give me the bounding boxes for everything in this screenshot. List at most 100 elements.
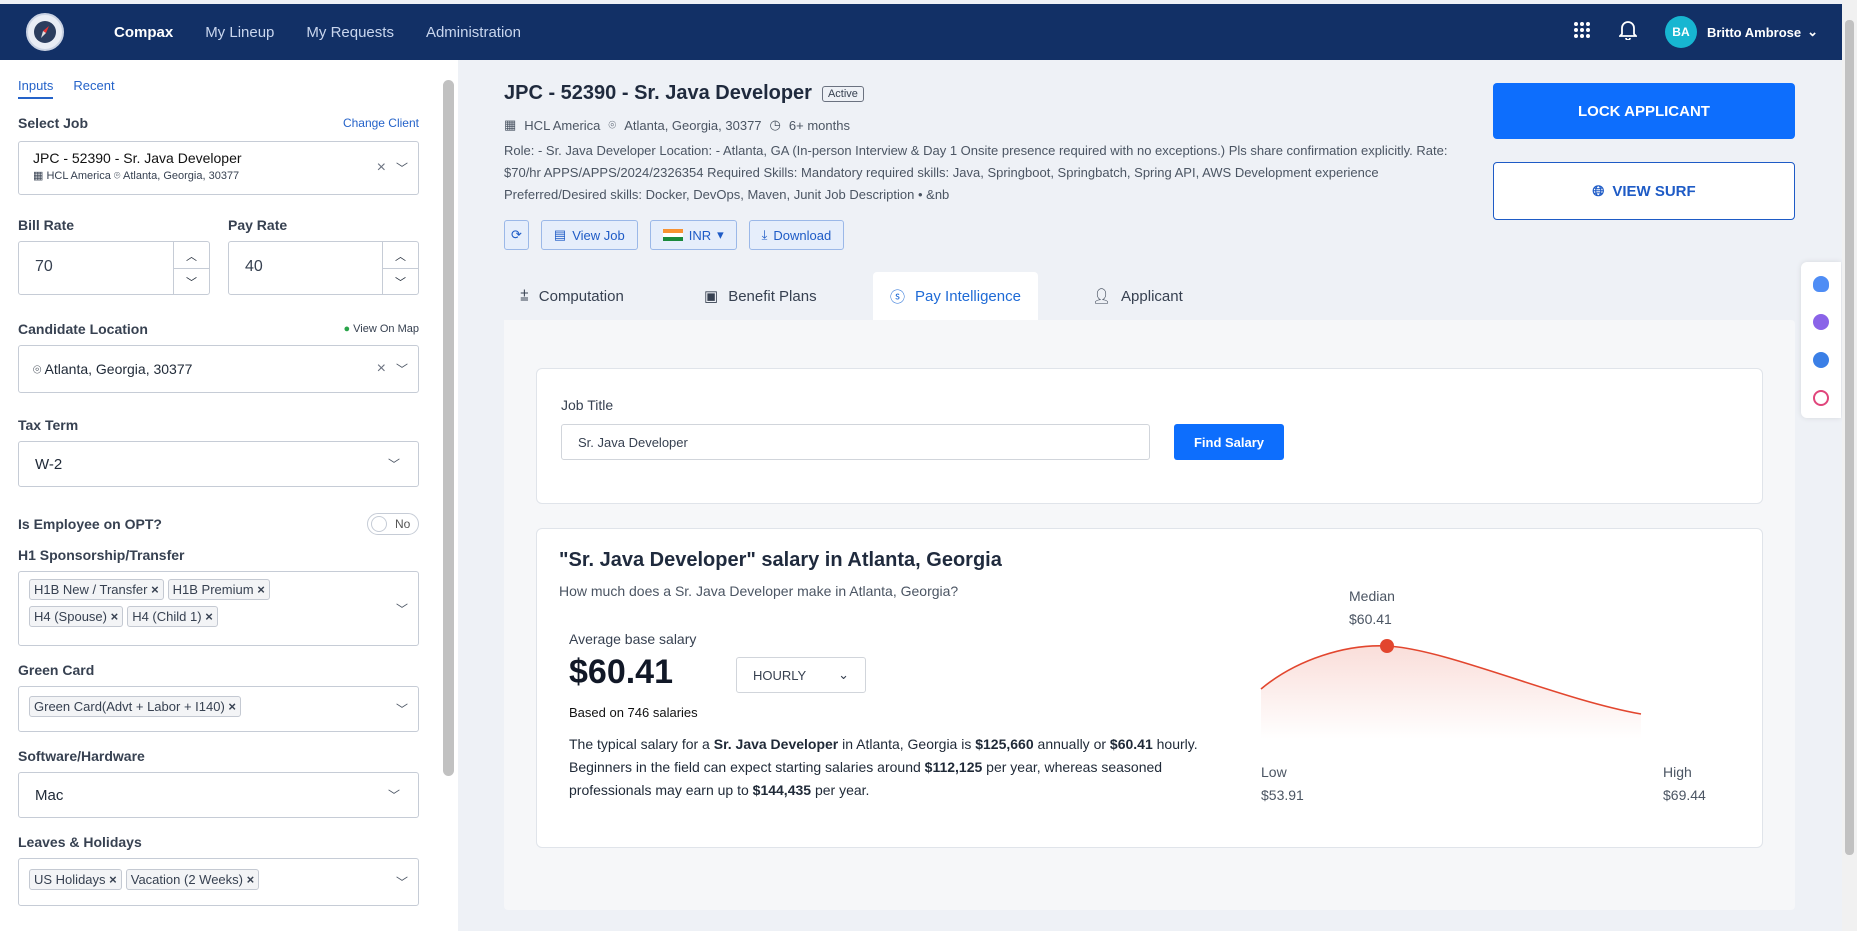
apps-grid-icon[interactable]: [1573, 21, 1591, 44]
view-job-button[interactable]: ▤ View Job: [540, 220, 638, 250]
refresh-button[interactable]: ⟳: [504, 220, 529, 250]
increment-icon[interactable]: ︿: [174, 242, 209, 269]
chip[interactable]: Green Card(Advt + Labor + I140) ×: [29, 696, 241, 717]
software-value: Mac: [35, 787, 64, 804]
chevron-down-icon[interactable]: ﹀: [396, 361, 408, 378]
candidate-location-value: Atlanta, Georgia, 30377: [44, 361, 193, 377]
chip[interactable]: H1B Premium ×: [167, 579, 270, 600]
h1-label: H1 Sponsorship/Transfer: [18, 547, 185, 563]
job-client: HCL America: [46, 170, 111, 182]
india-flag-icon: [662, 229, 683, 241]
tax-term-select[interactable]: W-2 ﹀: [18, 441, 419, 487]
job-location: Atlanta, Georgia, 30377: [122, 170, 240, 182]
clear-icon[interactable]: ×: [377, 159, 386, 177]
floating-toolbar: [1801, 262, 1841, 418]
job-select-title: JPC - 52390 - Sr. Java Developer: [33, 150, 242, 166]
calculator-icon: ⩲: [520, 287, 529, 305]
bill-rate-stepper[interactable]: 70 ︿ ﹀: [18, 241, 210, 295]
chip[interactable]: H4 (Spouse) ×: [29, 606, 124, 627]
search-card: Job Title Sr. Java Developer Find Salary: [536, 368, 1763, 504]
users-icon: 👤︎: [1092, 288, 1112, 305]
lock-applicant-button[interactable]: LOCK APPLICANT: [1493, 83, 1795, 139]
chevron-down-icon[interactable]: ﹀: [396, 874, 408, 891]
increment-icon[interactable]: ︿: [383, 242, 418, 269]
pay-rate-value[interactable]: 40: [229, 242, 382, 294]
user-menu[interactable]: BA Britto Ambrose ⌄: [1664, 16, 1818, 48]
high-label: High: [1663, 764, 1692, 780]
dollar-icon[interactable]: [1813, 352, 1829, 368]
tab-inputs[interactable]: Inputs: [18, 78, 54, 99]
clock-icon[interactable]: [1813, 314, 1829, 330]
download-button[interactable]: ⤓ Download: [748, 220, 845, 250]
nav-administration[interactable]: Administration: [426, 24, 521, 41]
high-group: High $69.44: [1663, 761, 1706, 807]
refresh-icon: ⟳: [511, 227, 522, 242]
h1-multiselect[interactable]: H1B New / Transfer × H1B Premium × H4 (Sp…: [18, 571, 419, 646]
currency-value: INR: [688, 227, 712, 243]
page-scroll-thumb[interactable]: [1845, 20, 1854, 855]
remove-icon: ×: [110, 609, 119, 624]
decrement-icon[interactable]: ﹀: [383, 269, 418, 294]
tab-computation[interactable]: ⩲ Computation: [520, 272, 624, 320]
job-description: Role: - Sr. Java Developer Location: - A…: [504, 143, 1448, 202]
compass-logo-icon[interactable]: [26, 13, 64, 51]
page-title: JPC - 52390 - Sr. Java Developer: [504, 82, 812, 104]
tab-recent[interactable]: Recent: [73, 78, 114, 99]
job-location: Atlanta, Georgia, 30377: [624, 117, 762, 133]
view-surf-button[interactable]: 🌐︎ VIEW SURF: [1493, 162, 1795, 220]
find-salary-button[interactable]: Find Salary: [1174, 424, 1284, 460]
remove-icon: ×: [151, 582, 159, 597]
user-name: Britto Ambrose: [1706, 24, 1802, 40]
median-value: $60.41: [1349, 611, 1392, 627]
bell-icon[interactable]: [1617, 20, 1639, 45]
software-select[interactable]: Mac ﹀: [18, 772, 419, 818]
job-select[interactable]: JPC - 52390 - Sr. Java Developer ▦ HCL A…: [18, 141, 419, 195]
view-on-map-link[interactable]: View On Map: [353, 323, 419, 335]
chip[interactable]: H4 (Child 1) ×: [127, 606, 218, 627]
remove-icon: ×: [205, 609, 213, 624]
tab-benefit-plans[interactable]: ▣ Benefit Plans: [704, 272, 817, 320]
chevron-down-icon[interactable]: ﹀: [396, 600, 408, 617]
nav-my-lineup[interactable]: My Lineup: [205, 24, 274, 41]
median-label: Median: [1349, 588, 1395, 604]
clear-icon[interactable]: ×: [377, 360, 386, 378]
cloud-icon[interactable]: [1813, 276, 1829, 292]
main-content: JPC - 52390 - Sr. Java Developer Active …: [458, 60, 1842, 931]
avg-salary-value: $60.41: [569, 653, 673, 691]
clock-icon: ◷: [769, 117, 781, 132]
building-icon: ▦: [504, 117, 517, 132]
chevron-down-icon[interactable]: ﹀: [396, 160, 408, 177]
pay-rate-label: Pay Rate: [228, 217, 288, 233]
change-client-link[interactable]: Change Client: [343, 116, 419, 130]
job-title-input[interactable]: Sr. Java Developer: [561, 424, 1150, 460]
tab-applicant[interactable]: 👤︎ Applicant: [1092, 272, 1183, 320]
period-select[interactable]: HOURLY ⌄: [736, 657, 866, 693]
dollar-circle-icon: ⓢ: [890, 288, 906, 306]
median-label-group: Median $60.41: [1349, 585, 1395, 631]
candidate-location-select[interactable]: ⌾ Atlanta, Georgia, 30377 × ﹀: [18, 345, 419, 393]
chevron-down-icon[interactable]: ﹀: [396, 701, 408, 718]
chip[interactable]: H1B New / Transfer ×: [29, 579, 164, 600]
globe-icon: 🌐︎: [1592, 182, 1605, 200]
opt-toggle[interactable]: No: [367, 513, 419, 535]
tax-term-value: W-2: [35, 456, 63, 473]
tab-pay-intelligence[interactable]: ⓢ Pay Intelligence: [873, 272, 1038, 320]
avatar: BA: [1664, 16, 1697, 48]
currency-select[interactable]: INR ▾: [649, 220, 737, 250]
view-job-label: View Job: [572, 227, 625, 243]
sidebar-scroll-thumb[interactable]: [443, 80, 454, 776]
bill-rate-value[interactable]: 70: [19, 242, 173, 294]
green-card-multiselect[interactable]: Green Card(Advt + Labor + I140) × ﹀: [18, 686, 419, 732]
low-value: $53.91: [1261, 787, 1304, 803]
tab-pay-intelligence-label: Pay Intelligence: [915, 287, 1021, 305]
pay-rate-stepper[interactable]: 40 ︿ ﹀: [228, 241, 419, 295]
decrement-icon[interactable]: ﹀: [174, 269, 209, 294]
chip[interactable]: Vacation (2 Weeks) ×: [125, 869, 260, 890]
chip[interactable]: US Holidays ×: [29, 869, 122, 890]
help-icon[interactable]: [1813, 390, 1829, 406]
leaves-multiselect[interactable]: US Holidays × Vacation (2 Weeks) × ﹀: [18, 858, 419, 906]
nav-compax[interactable]: Compax: [114, 24, 173, 41]
job-title-label: Job Title: [561, 397, 614, 413]
nav-my-requests[interactable]: My Requests: [306, 24, 394, 41]
view-surf-label: VIEW SURF: [1612, 182, 1696, 200]
